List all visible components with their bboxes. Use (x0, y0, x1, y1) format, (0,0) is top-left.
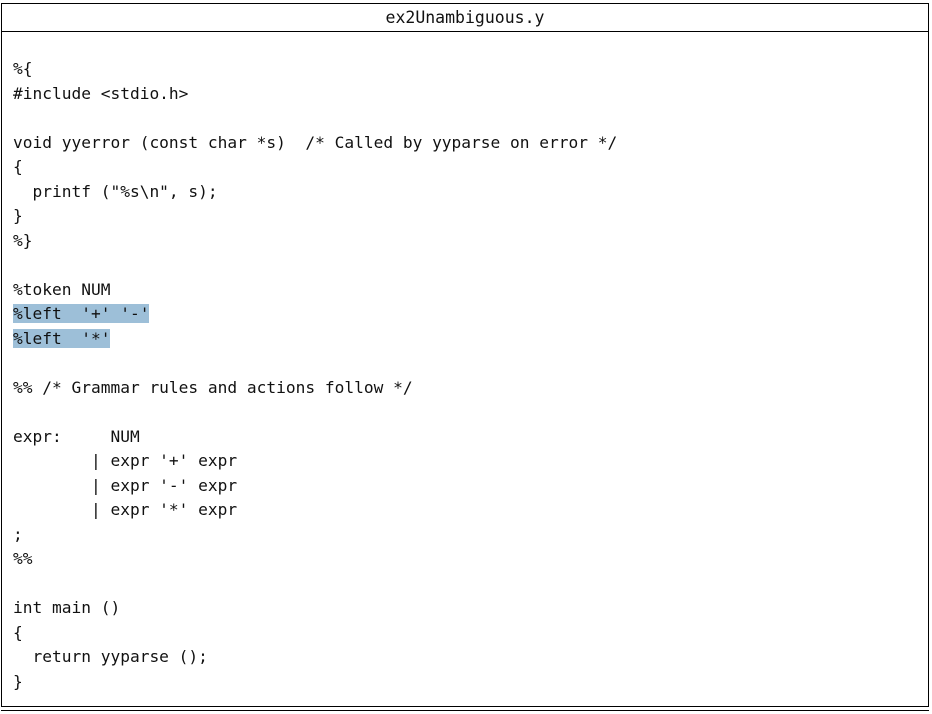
code-line: { (13, 621, 617, 646)
code-line: return yyparse (); (13, 645, 617, 670)
code-line-text: int main () (13, 598, 121, 617)
code-line-text: %{ (13, 59, 33, 78)
code-line: %left '*' (13, 327, 617, 352)
code-line: %% /* Grammar rules and actions follow *… (13, 376, 617, 401)
code-line: { (13, 155, 617, 180)
code-line: expr: NUM (13, 425, 617, 450)
code-line-text: %token NUM (13, 279, 111, 299)
code-line-text: | expr '-' expr (13, 475, 238, 495)
code-line-text: %% (13, 549, 33, 568)
code-line: %token NUM (13, 278, 617, 303)
code-line-text: expr: NUM (13, 426, 140, 446)
code-line: } (13, 204, 617, 229)
code-line-text: #include <stdio.h> (13, 83, 189, 103)
code-line: | expr '*' expr (13, 498, 617, 523)
code-line-text: | expr '+' expr (13, 451, 238, 470)
file-title: ex2Unambiguous.y (2, 4, 928, 32)
code-line-text: { (13, 157, 23, 176)
code-listing-frame: ex2Unambiguous.y %{ #include <stdio.h> voi… (1, 3, 929, 707)
code-line: %left '+' '-' (13, 302, 617, 327)
code-line-text: %} (13, 230, 33, 250)
code-line-text: | expr '*' expr (13, 500, 238, 519)
code-line: #include <stdio.h> (13, 82, 617, 107)
code-line-text: %% /* Grammar rules and actions follow *… (13, 377, 413, 397)
code-line-text: %left '+' '-' (13, 304, 150, 323)
code-line-text: return yyparse (); (13, 647, 208, 666)
code-line-text: void yyerror (const char *s) /* Called b… (13, 132, 618, 152)
code-line: %% (13, 547, 617, 572)
code-line-text: { (13, 622, 23, 642)
code-line: | expr '-' expr (13, 474, 617, 499)
code-line-text: %left '*' (13, 328, 111, 348)
code-line-text: } (13, 671, 23, 691)
code-line: printf ("%s\n", s); (13, 180, 617, 205)
code-line: void yyerror (const char *s) /* Called b… (13, 131, 617, 156)
code-line-text: } (13, 206, 23, 225)
code-block: %{ #include <stdio.h> void yyerror (const … (13, 57, 617, 694)
code-line: | expr '+' expr (13, 449, 617, 474)
code-line: int main () (13, 596, 617, 621)
code-line: } (13, 670, 617, 695)
code-line: %} (13, 229, 617, 254)
code-line-text: printf ("%s\n", s); (13, 181, 218, 201)
code-line: %{ (13, 57, 617, 82)
code-line-text: ; (13, 524, 23, 544)
code-line: ; (13, 523, 617, 548)
bottom-rule (1, 710, 929, 711)
